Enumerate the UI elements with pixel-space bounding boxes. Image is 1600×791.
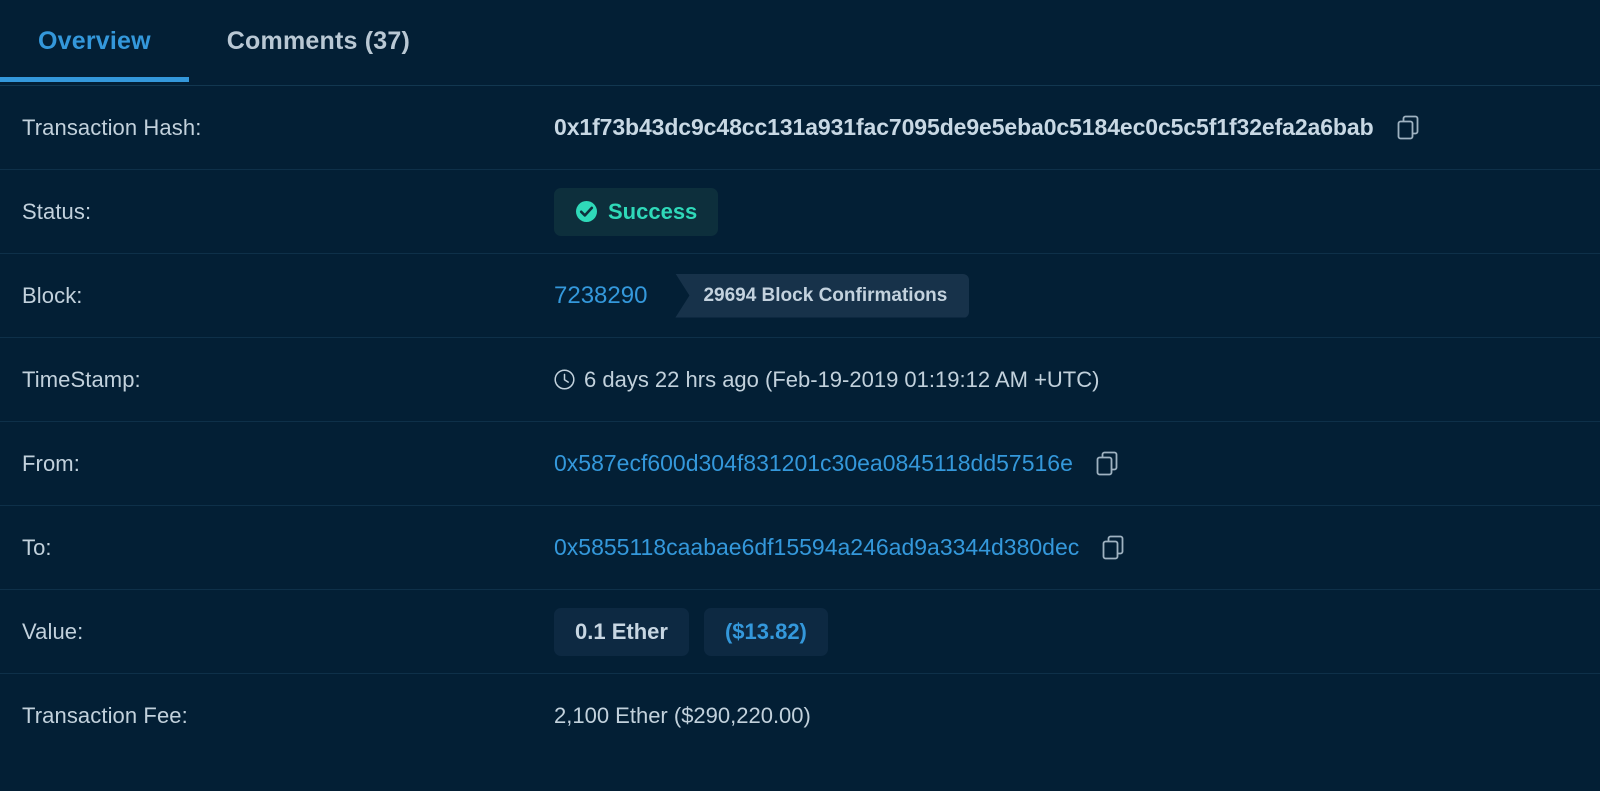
label-timestamp: TimeStamp: <box>22 367 554 393</box>
value-block: 7238290 29694 Block Confirmations <box>554 274 1578 318</box>
row-transaction-fee: Transaction Fee: 2,100 Ether ($290,220.0… <box>0 674 1600 758</box>
value-to: 0x5855118caabae6df15594a246ad9a3344d380d… <box>554 534 1578 562</box>
value-from: 0x587ecf600d304f831201c30ea0845118dd5751… <box>554 450 1578 478</box>
tab-bar: Overview Comments (37) <box>0 0 1600 86</box>
label-transaction-fee: Transaction Fee: <box>22 703 554 729</box>
tab-comments-label: Comments (37) <box>227 27 410 56</box>
block-confirmations-badge: 29694 Block Confirmations <box>675 274 969 318</box>
label-transaction-hash: Transaction Hash: <box>22 115 554 141</box>
copy-icon[interactable] <box>1101 534 1127 562</box>
label-status: Status: <box>22 199 554 225</box>
value-transaction-hash: 0x1f73b43dc9c48cc131a931fac7095de9e5eba0… <box>554 114 1578 142</box>
transaction-fee-text: 2,100 Ether ($290,220.00) <box>554 703 811 729</box>
block-number-link[interactable]: 7238290 <box>554 282 647 310</box>
clock-icon <box>554 369 575 390</box>
timestamp-text: 6 days 22 hrs ago (Feb-19-2019 01:19:12 … <box>584 367 1099 393</box>
value-pills: 0.1 Ether ($13.82) <box>554 608 828 656</box>
tab-bar-divider <box>0 85 1600 86</box>
check-circle-icon <box>575 200 598 223</box>
tab-overview-label: Overview <box>38 27 151 56</box>
transaction-hash-text: 0x1f73b43dc9c48cc131a931fac7095de9e5eba0… <box>554 114 1374 141</box>
copy-icon[interactable] <box>1396 114 1422 142</box>
block-wrapper: 7238290 29694 Block Confirmations <box>554 274 969 318</box>
status-badge: Success <box>554 188 718 236</box>
to-address-link[interactable]: 0x5855118caabae6df15594a246ad9a3344d380d… <box>554 534 1079 561</box>
label-value: Value: <box>22 619 554 645</box>
value-ether-badge: 0.1 Ether <box>554 608 689 656</box>
row-transaction-hash: Transaction Hash: 0x1f73b43dc9c48cc131a9… <box>0 86 1600 170</box>
detail-rows: Transaction Hash: 0x1f73b43dc9c48cc131a9… <box>0 86 1600 758</box>
row-value-amount: Value: 0.1 Ether ($13.82) <box>0 590 1600 674</box>
row-from: From: 0x587ecf600d304f831201c30ea0845118… <box>0 422 1600 506</box>
row-block: Block: 7238290 29694 Block Confirmations <box>0 254 1600 338</box>
value-transaction-fee: 2,100 Ether ($290,220.00) <box>554 703 1578 729</box>
label-to: To: <box>22 535 554 561</box>
value-usd-badge[interactable]: ($13.82) <box>704 608 828 656</box>
value-amount: 0.1 Ether ($13.82) <box>554 608 1578 656</box>
label-from: From: <box>22 451 554 477</box>
label-block: Block: <box>22 283 554 309</box>
row-to: To: 0x5855118caabae6df15594a246ad9a3344d… <box>0 506 1600 590</box>
from-address-link[interactable]: 0x587ecf600d304f831201c30ea0845118dd5751… <box>554 450 1073 477</box>
row-status: Status: Success <box>0 170 1600 254</box>
tab-overview[interactable]: Overview <box>0 0 189 82</box>
value-status: Success <box>554 188 1578 236</box>
row-timestamp: TimeStamp: 6 days 22 hrs ago (Feb-19-201… <box>0 338 1600 422</box>
value-timestamp: 6 days 22 hrs ago (Feb-19-2019 01:19:12 … <box>554 367 1578 393</box>
tab-comments[interactable]: Comments (37) <box>189 0 448 82</box>
copy-icon[interactable] <box>1095 450 1121 478</box>
status-badge-label: Success <box>608 199 697 225</box>
transaction-details-page: Overview Comments (37) Transaction Hash:… <box>0 0 1600 791</box>
